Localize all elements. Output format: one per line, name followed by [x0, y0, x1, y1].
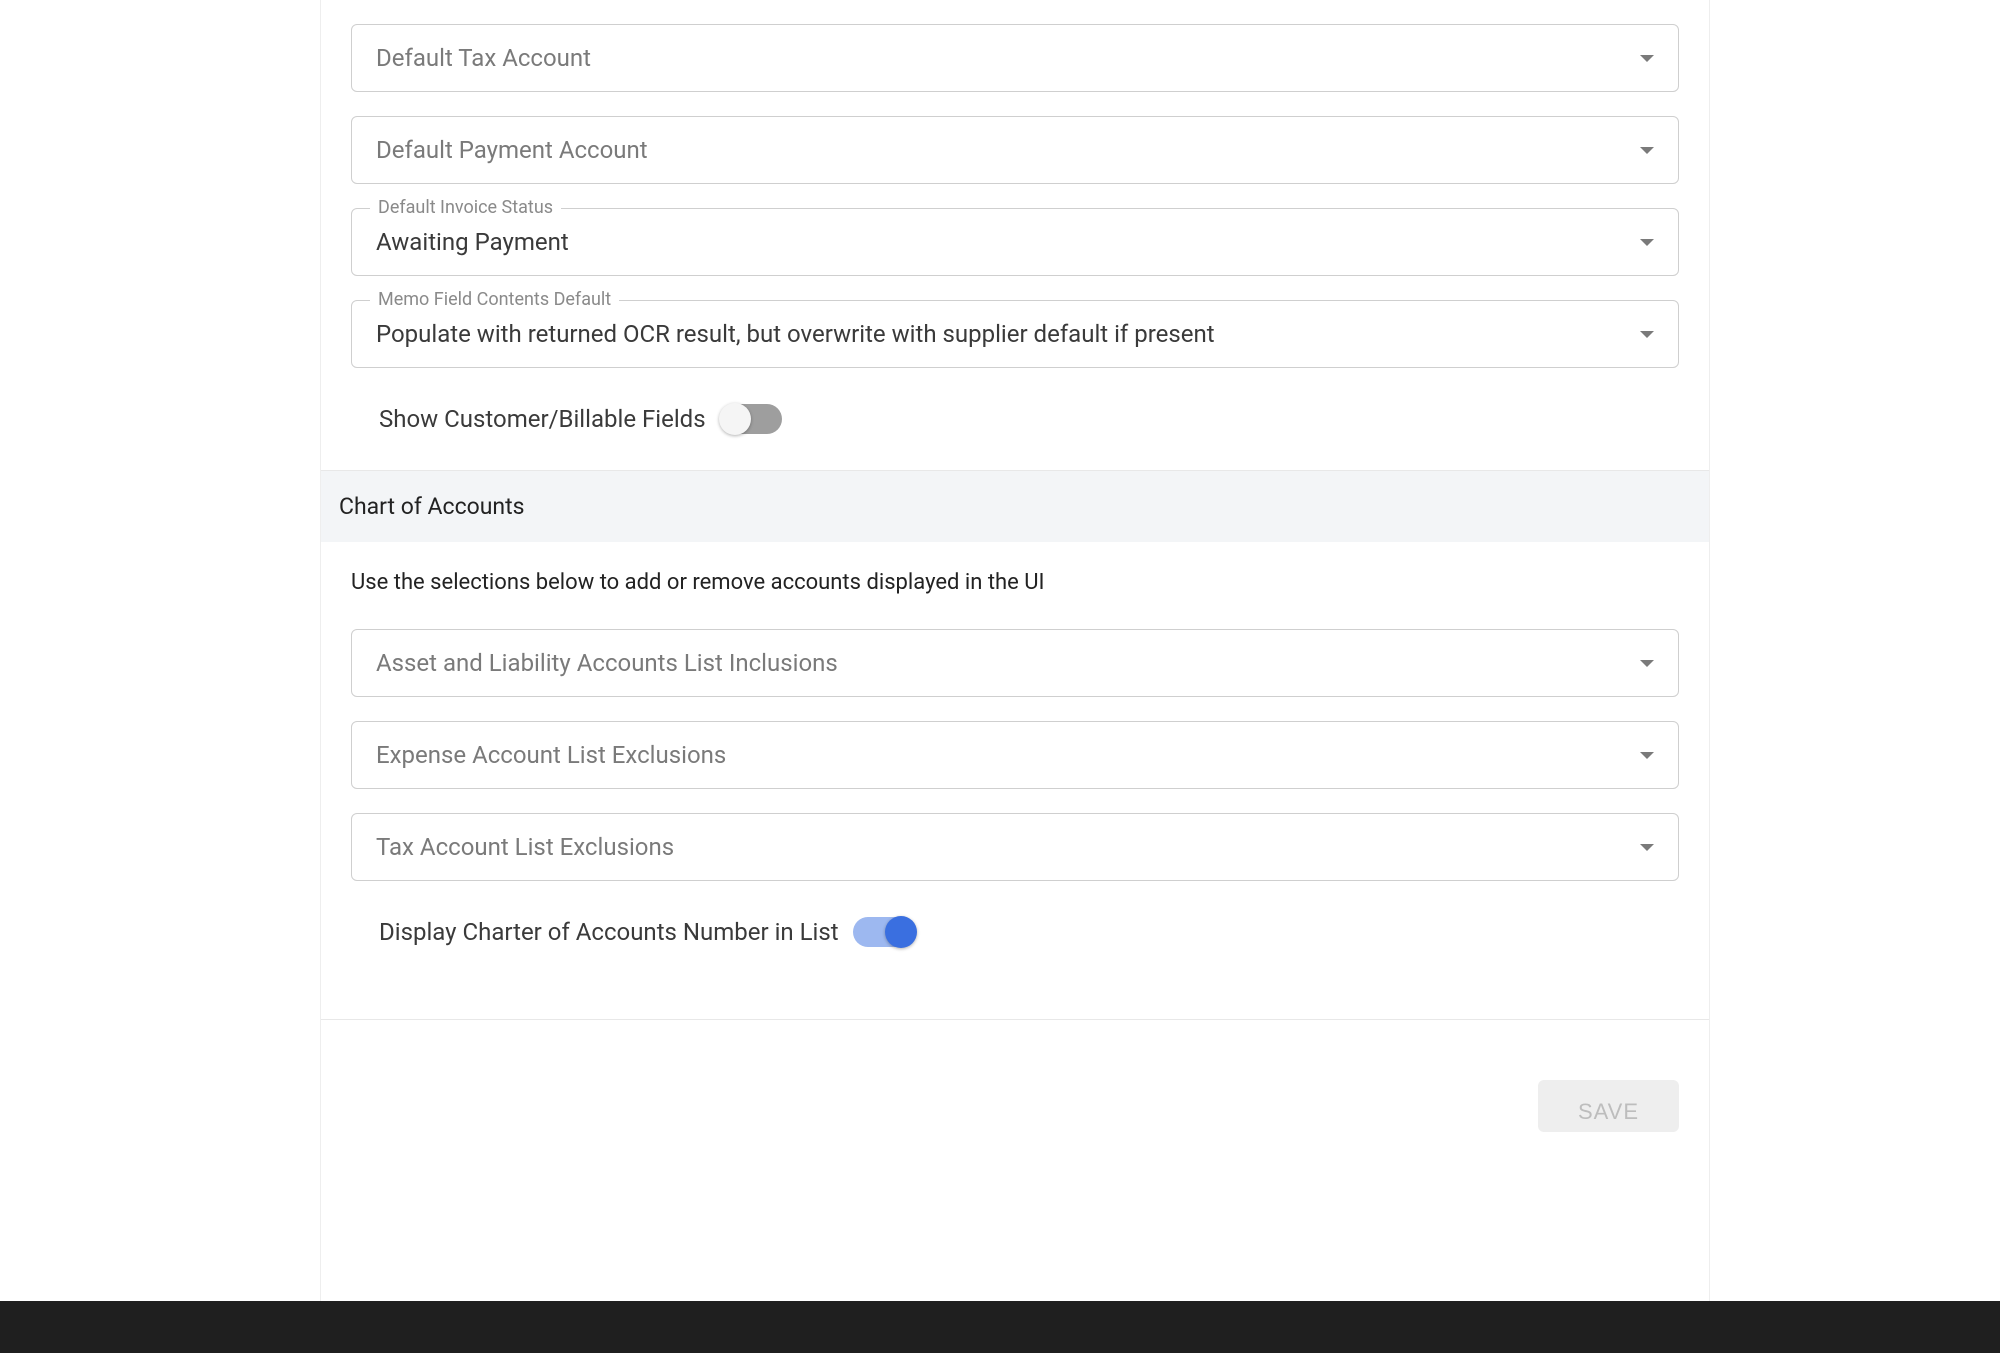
display-charter-number-toggle[interactable] [853, 917, 915, 947]
settings-card: Default Tax Account Default Payment Acco… [320, 0, 1710, 1320]
show-customer-billable-label: Show Customer/Billable Fields [379, 405, 706, 433]
toggle-knob [719, 403, 751, 435]
asset-liability-inclusions-select[interactable]: Asset and Liability Accounts List Inclus… [351, 629, 1679, 697]
chevron-down-icon [1640, 55, 1654, 62]
memo-field-contents-default-label: Memo Field Contents Default [370, 289, 619, 310]
display-charter-number-row: Display Charter of Accounts Number in Li… [321, 881, 1709, 983]
expense-exclusions-placeholder: Expense Account List Exclusions [376, 741, 1628, 769]
default-tax-account-select[interactable]: Default Tax Account [351, 24, 1679, 92]
chevron-down-icon [1640, 752, 1654, 759]
chevron-down-icon [1640, 844, 1654, 851]
expense-exclusions-select[interactable]: Expense Account List Exclusions [351, 721, 1679, 789]
chart-of-accounts-description: Use the selections below to add or remov… [321, 542, 1709, 605]
save-button[interactable]: SAVE [1538, 1080, 1679, 1132]
tax-exclusions-select[interactable]: Tax Account List Exclusions [351, 813, 1679, 881]
default-payment-account-select[interactable]: Default Payment Account [351, 116, 1679, 184]
bottom-bar [0, 1301, 2000, 1353]
display-charter-number-label: Display Charter of Accounts Number in Li… [379, 918, 839, 946]
save-row: SAVE [321, 1019, 1709, 1132]
default-tax-account-placeholder: Default Tax Account [376, 44, 1628, 72]
chart-of-accounts-header: Chart of Accounts [321, 471, 1709, 542]
tax-exclusions-placeholder: Tax Account List Exclusions [376, 833, 1628, 861]
chevron-down-icon [1640, 331, 1654, 338]
chevron-down-icon [1640, 147, 1654, 154]
asset-liability-inclusions-placeholder: Asset and Liability Accounts List Inclus… [376, 649, 1628, 677]
memo-field-contents-default-value: Populate with returned OCR result, but o… [376, 320, 1628, 348]
memo-field-contents-default-select[interactable]: Memo Field Contents Default Populate wit… [351, 300, 1679, 368]
toggle-knob [885, 916, 917, 948]
default-invoice-status-value: Awaiting Payment [376, 228, 1628, 256]
chevron-down-icon [1640, 239, 1654, 246]
default-invoice-status-select[interactable]: Default Invoice Status Awaiting Payment [351, 208, 1679, 276]
chevron-down-icon [1640, 660, 1654, 667]
show-customer-billable-toggle[interactable] [720, 404, 782, 434]
default-payment-account-placeholder: Default Payment Account [376, 136, 1628, 164]
default-invoice-status-label: Default Invoice Status [370, 197, 561, 218]
show-customer-billable-row: Show Customer/Billable Fields [321, 368, 1709, 470]
